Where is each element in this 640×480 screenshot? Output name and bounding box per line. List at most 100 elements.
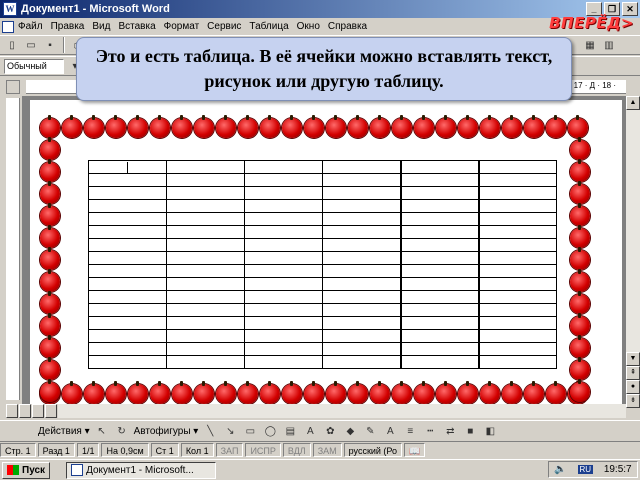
status-ext[interactable]: ВДЛ xyxy=(282,443,311,457)
menu-file[interactable]: Файл xyxy=(18,21,43,32)
table-cell[interactable] xyxy=(477,342,557,356)
table-cell[interactable] xyxy=(477,186,557,200)
table-cell[interactable] xyxy=(322,329,401,343)
style-select[interactable]: Обычный xyxy=(4,58,64,74)
menu-window[interactable]: Окно xyxy=(297,21,320,32)
next-button[interactable]: ВПЕРЁД> xyxy=(549,14,634,32)
table-cell[interactable] xyxy=(322,264,401,278)
tab-selector[interactable] xyxy=(6,80,20,94)
vertical-scrollbar[interactable]: ▲ ▼ ⇞ ● ⇟ xyxy=(626,96,640,408)
table-cell[interactable] xyxy=(244,199,323,213)
table-cell[interactable] xyxy=(244,290,323,304)
table-cell[interactable] xyxy=(244,212,323,226)
table-cell[interactable] xyxy=(399,160,479,174)
table-cell[interactable] xyxy=(399,173,479,187)
table-cell[interactable] xyxy=(399,342,479,356)
table-cell[interactable] xyxy=(244,277,323,291)
clipart-icon[interactable]: ✿ xyxy=(322,423,338,439)
table-cell[interactable] xyxy=(88,186,167,200)
table-cell[interactable] xyxy=(399,277,479,291)
textbox-icon[interactable]: ▤ xyxy=(282,423,298,439)
table-cell[interactable] xyxy=(166,277,245,291)
menu-tools[interactable]: Сервис xyxy=(207,21,241,32)
table-cell[interactable] xyxy=(322,251,401,265)
actions-menu[interactable]: Действия ▾ xyxy=(38,426,90,437)
speaker-icon[interactable]: 🔈 xyxy=(554,464,566,475)
normal-view-icon[interactable] xyxy=(6,404,18,418)
table-cell[interactable] xyxy=(166,316,245,330)
table-cell[interactable] xyxy=(244,342,323,356)
table-cell[interactable] xyxy=(399,212,479,226)
table-cell[interactable] xyxy=(399,251,479,265)
table-cell[interactable] xyxy=(322,238,401,252)
menu-insert[interactable]: Вставка xyxy=(118,21,155,32)
table-cell[interactable] xyxy=(399,238,479,252)
line-color-icon[interactable]: ✎ xyxy=(362,423,378,439)
table-cell[interactable] xyxy=(244,160,323,174)
table-cell[interactable] xyxy=(477,212,557,226)
table-cell[interactable] xyxy=(399,355,479,369)
print-view-icon[interactable] xyxy=(32,404,44,418)
columns-icon[interactable]: ▥ xyxy=(601,37,617,53)
scroll-down-icon[interactable]: ▼ xyxy=(626,352,640,366)
table-cell[interactable] xyxy=(166,160,245,174)
table-cell[interactable] xyxy=(322,303,401,317)
table-cell[interactable] xyxy=(88,212,167,226)
outline-view-icon[interactable] xyxy=(45,404,57,418)
arrow-icon[interactable]: ↘ xyxy=(222,423,238,439)
table-cell[interactable] xyxy=(477,316,557,330)
table-cell[interactable] xyxy=(399,290,479,304)
table-cell[interactable] xyxy=(399,225,479,239)
fill-color-icon[interactable]: ◆ xyxy=(342,423,358,439)
start-button[interactable]: Пуск xyxy=(2,461,51,479)
wordart-icon[interactable]: A xyxy=(302,423,318,439)
table-cell[interactable] xyxy=(399,199,479,213)
table-cell[interactable] xyxy=(399,303,479,317)
select-arrow-icon[interactable]: ↖ xyxy=(94,423,110,439)
table-cell[interactable] xyxy=(477,173,557,187)
status-trk[interactable]: ИСПР xyxy=(245,443,281,457)
table-cell[interactable] xyxy=(166,238,245,252)
status-ovr[interactable]: ЗАМ xyxy=(312,443,342,457)
table-cell[interactable] xyxy=(166,329,245,343)
table-cell[interactable] xyxy=(166,303,245,317)
document-table[interactable] xyxy=(88,160,557,369)
table-cell[interactable] xyxy=(166,173,245,187)
table-cell[interactable] xyxy=(244,173,323,187)
rectangle-icon[interactable]: ▭ xyxy=(242,423,258,439)
autoshapes-menu[interactable]: Автофигуры ▾ xyxy=(134,426,199,437)
document-icon[interactable] xyxy=(2,20,14,33)
table-cell[interactable] xyxy=(477,199,557,213)
table-cell[interactable] xyxy=(399,264,479,278)
table-cell[interactable] xyxy=(399,316,479,330)
table-cell[interactable] xyxy=(88,303,167,317)
table-cell[interactable] xyxy=(244,316,323,330)
table-cell[interactable] xyxy=(244,238,323,252)
table-cell[interactable] xyxy=(88,173,167,187)
table-cell[interactable] xyxy=(88,329,167,343)
table-cell[interactable] xyxy=(322,212,401,226)
table-cell[interactable] xyxy=(166,251,245,265)
table-cell[interactable] xyxy=(477,303,557,317)
table-cell[interactable] xyxy=(322,199,401,213)
menu-format[interactable]: Формат xyxy=(164,21,200,32)
new-document-icon[interactable]: ▯ xyxy=(4,37,20,53)
table-cell[interactable] xyxy=(88,290,167,304)
next-page-icon[interactable]: ⇟ xyxy=(626,394,640,408)
task-button-word[interactable]: Документ1 - Microsoft... xyxy=(66,461,217,479)
table-cell[interactable] xyxy=(88,355,167,369)
web-view-icon[interactable] xyxy=(19,404,31,418)
table-cell[interactable] xyxy=(322,355,401,369)
table-cell[interactable] xyxy=(166,290,245,304)
table-cell[interactable] xyxy=(322,277,401,291)
table-cell[interactable] xyxy=(244,186,323,200)
arrow-style-icon[interactable]: ⇄ xyxy=(442,423,458,439)
table-cell[interactable] xyxy=(88,342,167,356)
3d-icon[interactable]: ◧ xyxy=(482,423,498,439)
table-cell[interactable] xyxy=(88,316,167,330)
menu-table[interactable]: Таблица xyxy=(249,21,288,32)
table-cell[interactable] xyxy=(477,264,557,278)
table-cell[interactable] xyxy=(322,160,401,174)
prev-page-icon[interactable]: ⇞ xyxy=(626,366,640,380)
table-cell[interactable] xyxy=(166,225,245,239)
